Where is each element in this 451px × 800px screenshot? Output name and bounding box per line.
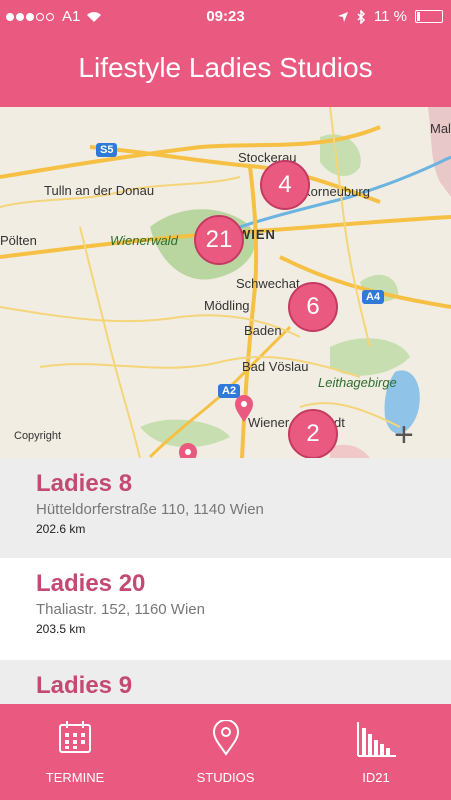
calendar-icon xyxy=(59,721,91,753)
place-label: Baden xyxy=(244,323,282,338)
map-view[interactable]: Stockerau Korneuburg Tulln an der Donau … xyxy=(0,107,451,458)
bluetooth-icon xyxy=(357,9,365,24)
map-cluster[interactable]: 4 xyxy=(260,160,310,210)
place-label: Leithagebirge xyxy=(318,375,397,390)
place-label: Mödling xyxy=(204,298,250,313)
location-pin-icon xyxy=(212,720,239,756)
tab-id21[interactable]: ID21 xyxy=(301,704,451,800)
studio-name: Ladies 9 xyxy=(36,672,133,699)
list-item[interactable]: Ladies 20 Thaliastr. 152, 1160 Wien 203.… xyxy=(0,558,451,660)
list-item[interactable]: Ladies 9 xyxy=(0,660,451,704)
place-label: Schwechat xyxy=(236,276,300,291)
plus-icon[interactable]: + xyxy=(394,416,414,455)
page-title: Lifestyle Ladies Studios xyxy=(78,52,373,83)
place-label: Korneuburg xyxy=(302,184,370,199)
map-pin-icon[interactable] xyxy=(178,443,198,458)
studio-address: Thaliastr. 152, 1160 Wien xyxy=(36,601,205,618)
battery-percent: 11 % xyxy=(373,8,407,25)
tab-label: STUDIOS xyxy=(196,770,255,785)
tab-studios[interactable]: STUDIOS xyxy=(150,704,301,800)
status-bar: A1 09:23 11 % xyxy=(0,0,451,34)
list-item[interactable]: Ladies 8 Hütteldorferstraße 110, 1140 Wi… xyxy=(0,458,451,558)
place-label: Tulln an der Donau xyxy=(44,183,155,198)
studio-distance: 202.6 km xyxy=(36,522,86,536)
tab-bar: TERMINE STUDIOS ID21 xyxy=(0,704,451,800)
place-label: Wienerwald xyxy=(110,233,178,248)
road-badge: A4 xyxy=(362,290,385,304)
studio-list[interactable]: Ladies 8 Hütteldorferstraße 110, 1140 Wi… xyxy=(0,458,451,704)
bar-chart-icon xyxy=(357,722,396,757)
map-pin-icon[interactable] xyxy=(234,395,254,423)
studio-address: Hütteldorferstraße 110, 1140 Wien xyxy=(36,501,264,518)
battery-icon xyxy=(415,10,443,23)
map-cluster[interactable]: 21 xyxy=(194,215,244,265)
studio-name: Ladies 20 xyxy=(36,570,146,597)
tab-termine[interactable]: TERMINE xyxy=(0,704,150,800)
road-badge: S5 xyxy=(96,143,118,157)
app-header: A1 09:23 11 % Lifestyle Ladies Studios xyxy=(0,0,451,107)
place-label: Mala xyxy=(430,121,451,136)
place-label: Bad Vöslau xyxy=(242,359,309,374)
location-arrow-icon xyxy=(337,11,348,22)
map-copyright[interactable]: Copyright xyxy=(14,430,61,442)
place-label: Pölten xyxy=(0,233,37,248)
map-cluster[interactable]: 6 xyxy=(288,282,338,332)
tab-label: TERMINE xyxy=(45,770,105,785)
tab-label: ID21 xyxy=(362,770,390,785)
map-cluster[interactable]: 2 xyxy=(288,409,338,458)
studio-distance: 203.5 km xyxy=(36,622,86,636)
map-roads xyxy=(0,107,451,458)
studio-name: Ladies 8 xyxy=(36,470,133,497)
